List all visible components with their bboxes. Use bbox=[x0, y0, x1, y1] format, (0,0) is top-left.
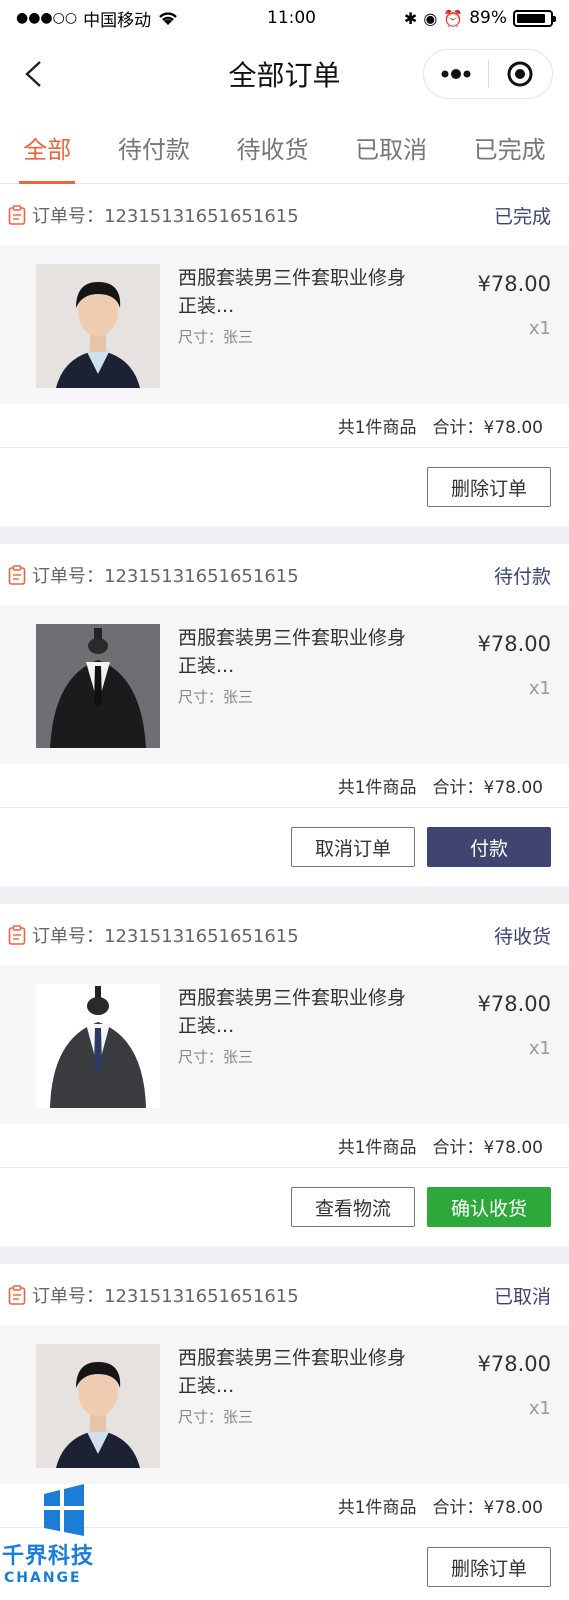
order-header: 订单号：12315131651651615 待付款 bbox=[0, 544, 569, 606]
tab-completed[interactable]: 已完成 bbox=[470, 112, 550, 184]
page-title: 全部订单 bbox=[228, 59, 341, 92]
nav-bar: 全部订单 bbox=[0, 36, 569, 112]
order-card: 订单号：12315131651651615 已完成 西服套装男三件套职业修身正装… bbox=[0, 184, 569, 526]
product-name: 西服套装男三件套职业修身正装... bbox=[178, 987, 407, 1037]
order-status: 已取消 bbox=[493, 1285, 551, 1308]
signal-icon: ●●●○○ bbox=[16, 10, 78, 26]
clipboard-icon bbox=[8, 205, 26, 225]
back-chevron-icon[interactable] bbox=[22, 60, 46, 88]
battery-percent: 89% bbox=[469, 8, 507, 28]
product-name: 西服套装男三件套职业修身正装... bbox=[178, 1347, 407, 1397]
target-circle-icon[interactable] bbox=[489, 50, 553, 98]
alarm-icon: ⏰ bbox=[443, 8, 464, 28]
view-logistics-button[interactable]: 查看物流 bbox=[291, 1187, 415, 1227]
order-summary: 共1件商品 合计：¥78.00 bbox=[0, 764, 569, 808]
clipboard-icon bbox=[8, 925, 26, 945]
watermark-sub: CHANGE bbox=[4, 1570, 82, 1586]
product-image bbox=[36, 264, 160, 388]
order-total: 合计：¥78.00 bbox=[432, 1138, 543, 1158]
watermark-name: 千界科技 bbox=[2, 1544, 95, 1569]
order-actions: 查看物流 确认收货 bbox=[0, 1168, 569, 1246]
item-count: 共1件商品 bbox=[337, 418, 417, 438]
order-number: 订单号：12315131651651615 bbox=[32, 1286, 299, 1307]
order-number: 订单号：12315131651651615 bbox=[32, 926, 299, 947]
order-product[interactable]: 西服套装男三件套职业修身正装... 尺寸：张三 ¥78.00 x1 bbox=[0, 246, 569, 404]
order-header: 订单号：12315131651651615 待收货 bbox=[0, 904, 569, 966]
order-header: 订单号：12315131651651615 已完成 bbox=[0, 184, 569, 246]
order-actions: 删除订单 bbox=[0, 448, 569, 526]
product-qty: x1 bbox=[528, 678, 551, 699]
product-spec: 尺寸：张三 bbox=[178, 688, 254, 706]
cancel-order-button[interactable]: 取消订单 bbox=[291, 827, 415, 867]
item-count: 共1件商品 bbox=[337, 1138, 417, 1158]
product-image bbox=[36, 1344, 160, 1468]
tab-pending-receipt[interactable]: 待收货 bbox=[232, 112, 312, 184]
order-header: 订单号：12315131651651615 已取消 bbox=[0, 1264, 569, 1326]
product-qty: x1 bbox=[528, 1038, 551, 1059]
product-qty: x1 bbox=[528, 1398, 551, 1419]
watermark-logo: 千界科技 CHANGE bbox=[0, 1482, 130, 1600]
order-status: 已完成 bbox=[493, 205, 551, 228]
order-number: 订单号：12315131651651615 bbox=[32, 206, 299, 227]
order-card: 订单号：12315131651651615 待付款 西服套装男三件套职业修身正装… bbox=[0, 544, 569, 886]
delete-order-button[interactable]: 删除订单 bbox=[427, 1547, 551, 1587]
order-total: 合计：¥78.00 bbox=[432, 778, 543, 798]
clock: 11:00 bbox=[267, 8, 316, 28]
order-total: 合计：¥78.00 bbox=[432, 418, 543, 438]
order-product[interactable]: 西服套装男三件套职业修身正装... 尺寸：张三 ¥78.00 x1 bbox=[0, 966, 569, 1124]
tab-cancelled[interactable]: 已取消 bbox=[351, 112, 431, 184]
product-image bbox=[36, 624, 160, 748]
item-count: 共1件商品 bbox=[337, 778, 417, 798]
product-name: 西服套装男三件套职业修身正装... bbox=[178, 627, 407, 677]
bluetooth-icon: ✱ bbox=[403, 8, 418, 28]
order-card: 订单号：12315131651651615 待收货 西服套装男三件套职业修身正装… bbox=[0, 904, 569, 1246]
order-summary: 共1件商品 合计：¥78.00 bbox=[0, 404, 569, 448]
clipboard-icon bbox=[8, 1285, 26, 1305]
product-price: ¥78.00 bbox=[477, 632, 551, 656]
order-product[interactable]: 西服套装男三件套职业修身正装... 尺寸：张三 ¥78.00 x1 bbox=[0, 1326, 569, 1484]
lock-rotation-icon: ◉ bbox=[423, 8, 438, 28]
order-status: 待付款 bbox=[493, 565, 551, 588]
confirm-receipt-button[interactable]: 确认收货 bbox=[427, 1187, 551, 1227]
order-number: 订单号：12315131651651615 bbox=[32, 566, 299, 587]
product-price: ¥78.00 bbox=[477, 272, 551, 296]
product-spec: 尺寸：张三 bbox=[178, 328, 254, 346]
order-status: 待收货 bbox=[493, 925, 551, 948]
product-price: ¥78.00 bbox=[477, 1352, 551, 1376]
order-product[interactable]: 西服套装男三件套职业修身正装... 尺寸：张三 ¥78.00 x1 bbox=[0, 606, 569, 764]
clipboard-icon bbox=[8, 565, 26, 585]
tab-all[interactable]: 全部 bbox=[19, 112, 76, 184]
logo-icon bbox=[44, 1484, 84, 1536]
wifi-icon bbox=[159, 12, 177, 25]
product-spec: 尺寸：张三 bbox=[178, 1408, 254, 1426]
order-total: 合计：¥78.00 bbox=[432, 1498, 543, 1518]
product-image bbox=[36, 984, 160, 1108]
product-spec: 尺寸：张三 bbox=[178, 1048, 254, 1066]
product-qty: x1 bbox=[528, 318, 551, 339]
pay-button[interactable]: 付款 bbox=[427, 827, 551, 867]
tab-pending-payment[interactable]: 待付款 bbox=[114, 112, 194, 184]
order-actions: 取消订单 付款 bbox=[0, 808, 569, 886]
more-dots-icon[interactable] bbox=[424, 50, 488, 98]
mini-program-capsule bbox=[423, 49, 553, 99]
order-summary: 共1件商品 合计：¥78.00 bbox=[0, 1124, 569, 1168]
carrier-label: 中国移动 bbox=[83, 10, 152, 31]
battery-icon bbox=[513, 9, 556, 27]
order-tabs: 全部 待付款 待收货 已取消 已完成 bbox=[0, 112, 569, 184]
product-name: 西服套装男三件套职业修身正装... bbox=[178, 267, 407, 317]
status-bar: ●●●○○ 中国移动 11:00 ✱ ◉ ⏰ 89% bbox=[0, 0, 569, 36]
delete-order-button[interactable]: 删除订单 bbox=[427, 467, 551, 507]
product-price: ¥78.00 bbox=[477, 992, 551, 1016]
item-count: 共1件商品 bbox=[337, 1498, 417, 1518]
